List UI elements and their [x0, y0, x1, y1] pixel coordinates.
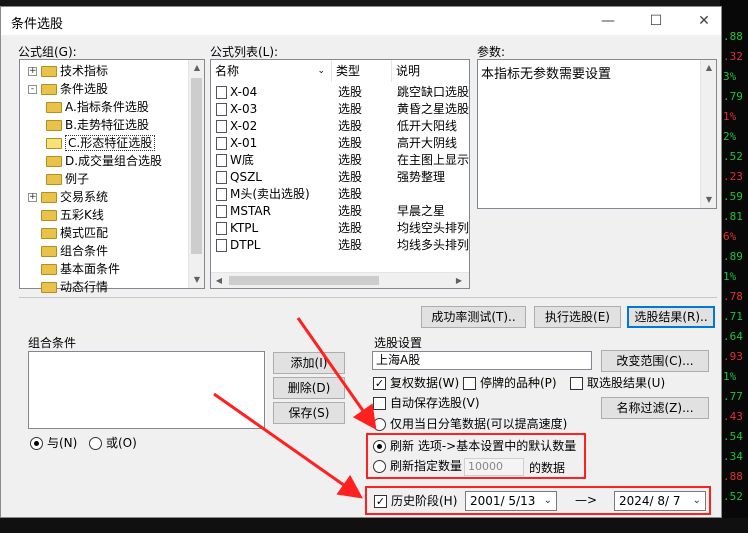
annotation-arrow-upper	[296, 317, 377, 430]
annotation-arrow-lower	[213, 392, 363, 499]
annotation-arrows	[213, 317, 377, 499]
